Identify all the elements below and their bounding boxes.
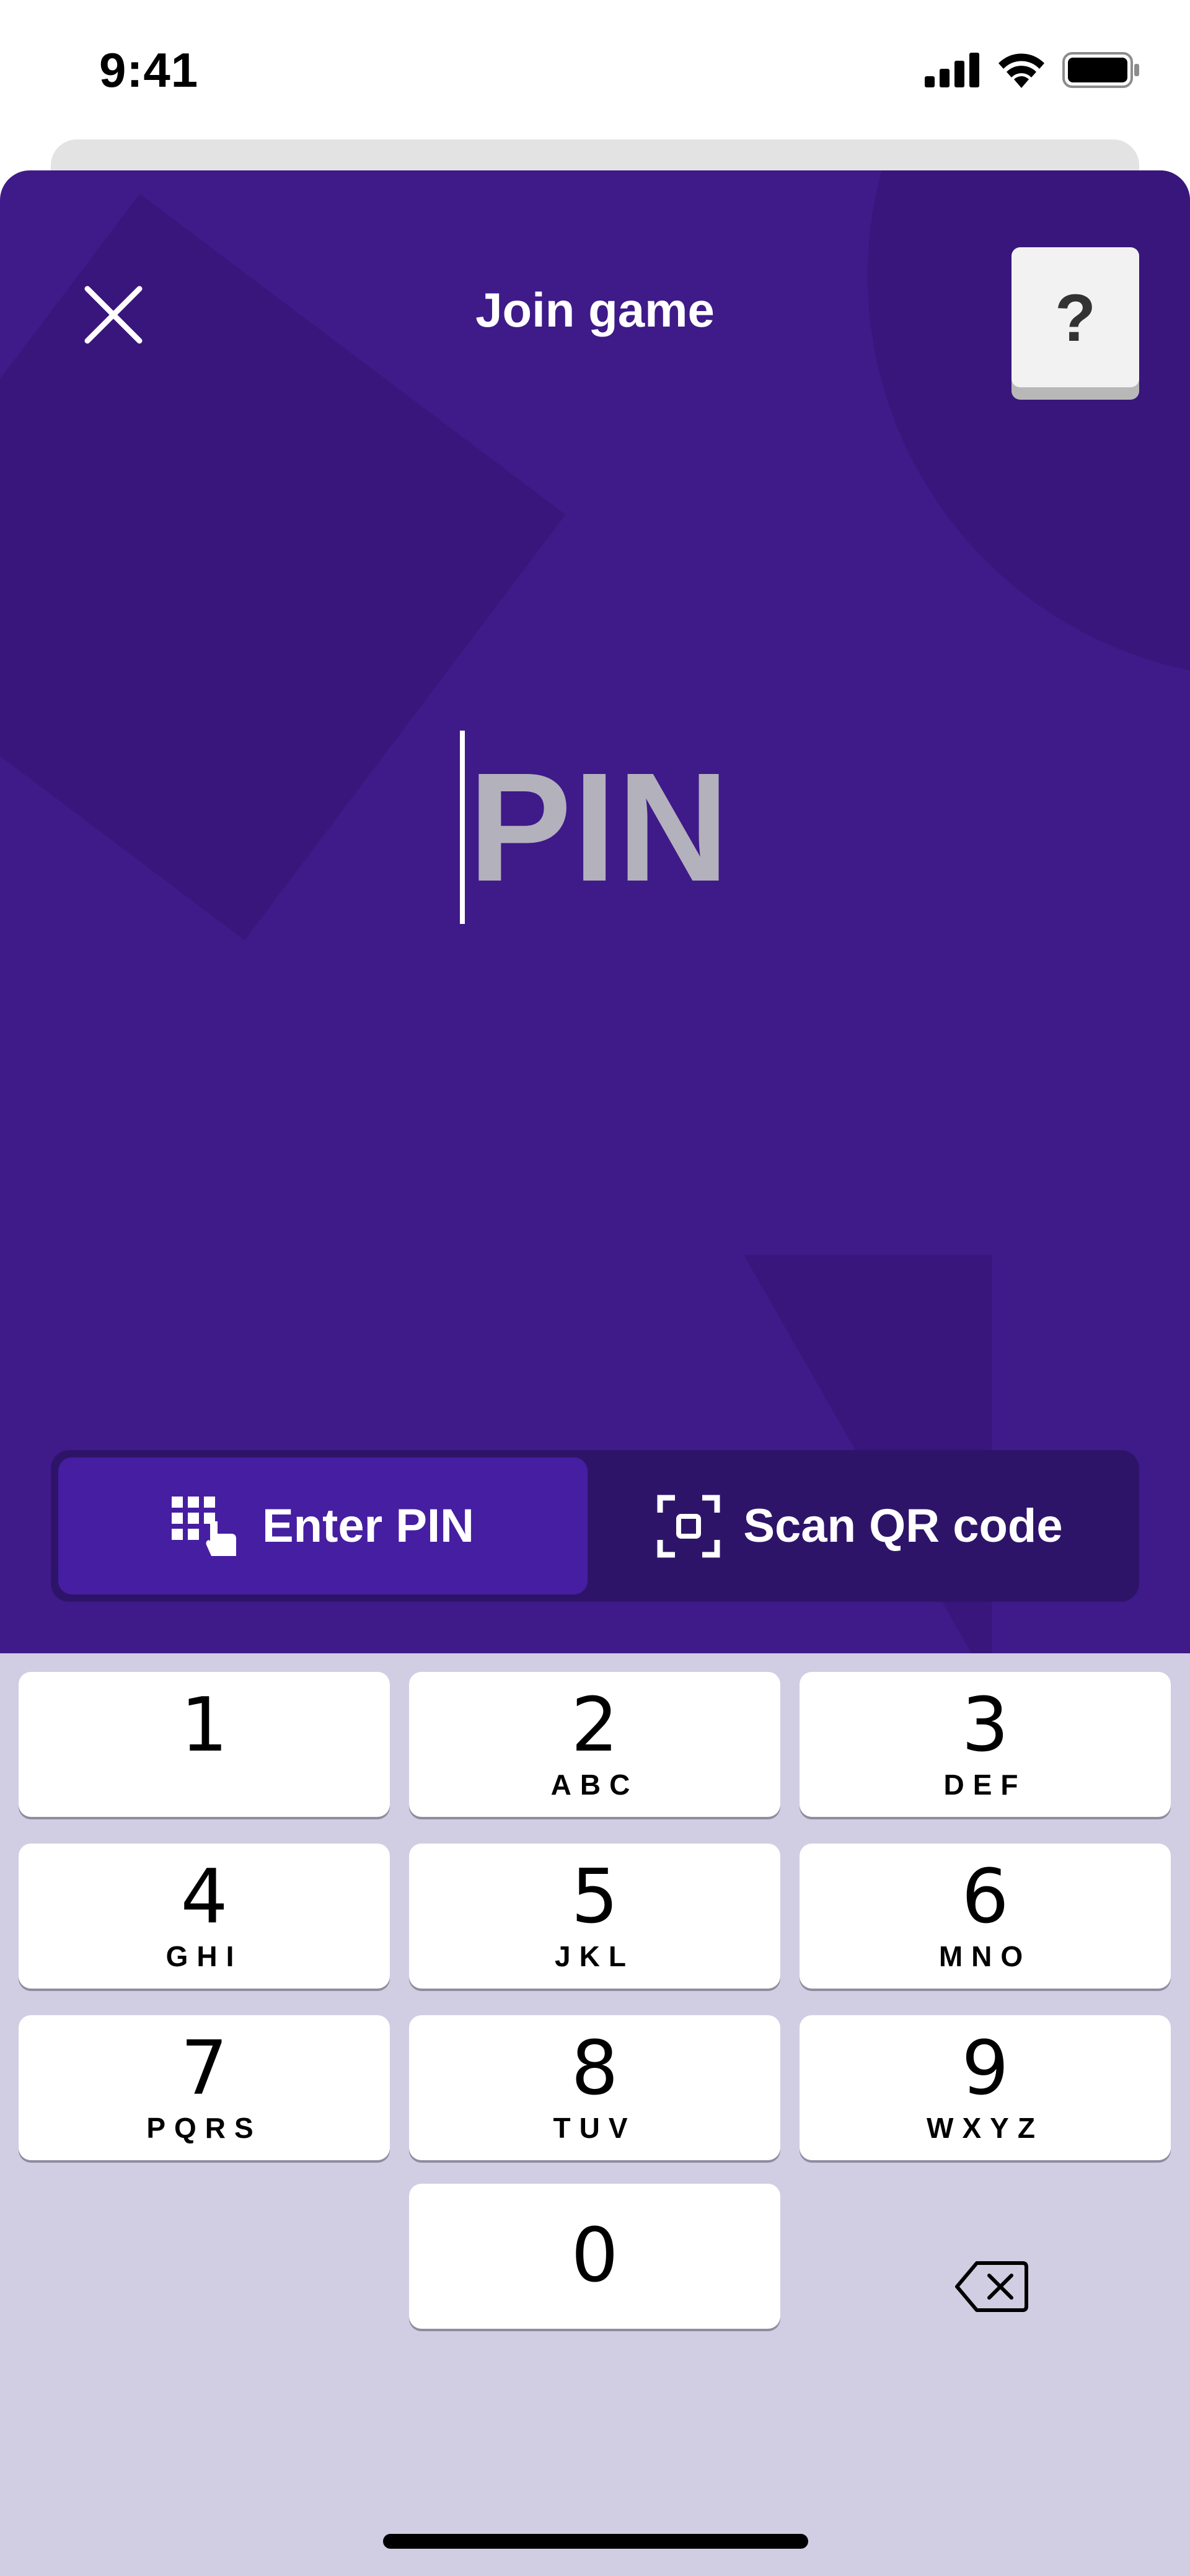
background-circle-shape — [868, 170, 1190, 679]
key-letters: ABC — [550, 1769, 639, 1801]
status-bar: 9:41 — [0, 0, 1190, 143]
wifi-icon — [998, 53, 1044, 88]
key-digit: 7 — [180, 2026, 228, 2112]
key-7[interactable]: 7 PQRS — [19, 2015, 390, 2160]
key-digit: 8 — [571, 2026, 619, 2112]
key-digit: 5 — [571, 1854, 619, 1940]
tab-enter-pin[interactable]: Enter PIN — [58, 1457, 588, 1594]
backspace-button[interactable] — [899, 2214, 1085, 2359]
key-0[interactable]: 0 — [409, 2184, 780, 2329]
pin-input[interactable]: PIN — [0, 722, 1190, 933]
status-time: 9:41 — [99, 43, 199, 97]
tab-scan-qr-code[interactable]: Scan QR code — [588, 1457, 1132, 1594]
battery-icon — [1062, 52, 1139, 88]
key-digit: 1 — [180, 1682, 228, 1769]
key-8[interactable]: 8 TUV — [409, 2015, 780, 2160]
qr-scan-icon — [657, 1495, 720, 1557]
help-button[interactable]: ? — [1011, 247, 1139, 387]
tab-scan-qr-code-label: Scan QR code — [743, 1500, 1063, 1552]
key-letters: WXYZ — [927, 2112, 1044, 2144]
key-digit: 2 — [571, 1682, 619, 1769]
join-method-segmented-control: Enter PIN Scan QR code — [51, 1450, 1139, 1602]
status-icons — [925, 52, 1140, 88]
key-letters: MNO — [938, 1940, 1032, 1972]
key-digit: 6 — [961, 1854, 1009, 1940]
key-5[interactable]: 5 JKL — [409, 1844, 780, 1989]
key-digit: 9 — [961, 2026, 1009, 2112]
key-1[interactable]: 1 — [19, 1672, 390, 1817]
backspace-icon — [955, 2261, 1028, 2312]
text-caret — [459, 731, 465, 924]
pin-placeholder: PIN — [468, 741, 731, 913]
key-digit: 4 — [180, 1854, 228, 1940]
key-6[interactable]: 6 MNO — [800, 1844, 1171, 1989]
key-letters: PQRS — [146, 2112, 262, 2144]
key-digit: 0 — [571, 2213, 619, 2299]
numeric-keypad: 1 2 ABC 3 DEF 4 GHI 5 JKL 6 MNO 7 PQRS 8… — [0, 1653, 1190, 2576]
key-9[interactable]: 9 WXYZ — [800, 2015, 1171, 2160]
home-indicator[interactable] — [383, 2534, 808, 2549]
key-letters: TUV — [553, 2112, 637, 2144]
key-3[interactable]: 3 DEF — [800, 1672, 1171, 1817]
key-letters: JKL — [555, 1940, 635, 1972]
cellular-signal-icon — [925, 53, 979, 87]
key-4[interactable]: 4 GHI — [19, 1844, 390, 1989]
keypad-icon — [171, 1496, 236, 1556]
key-letters: GHI — [165, 1940, 243, 1972]
join-game-modal: Join game ? PIN Enter PIN Scan QR code — [0, 170, 1190, 1653]
key-letters: DEF — [943, 1769, 1027, 1801]
key-digit: 3 — [961, 1682, 1009, 1769]
key-2[interactable]: 2 ABC — [409, 1672, 780, 1817]
tab-enter-pin-label: Enter PIN — [262, 1500, 475, 1552]
